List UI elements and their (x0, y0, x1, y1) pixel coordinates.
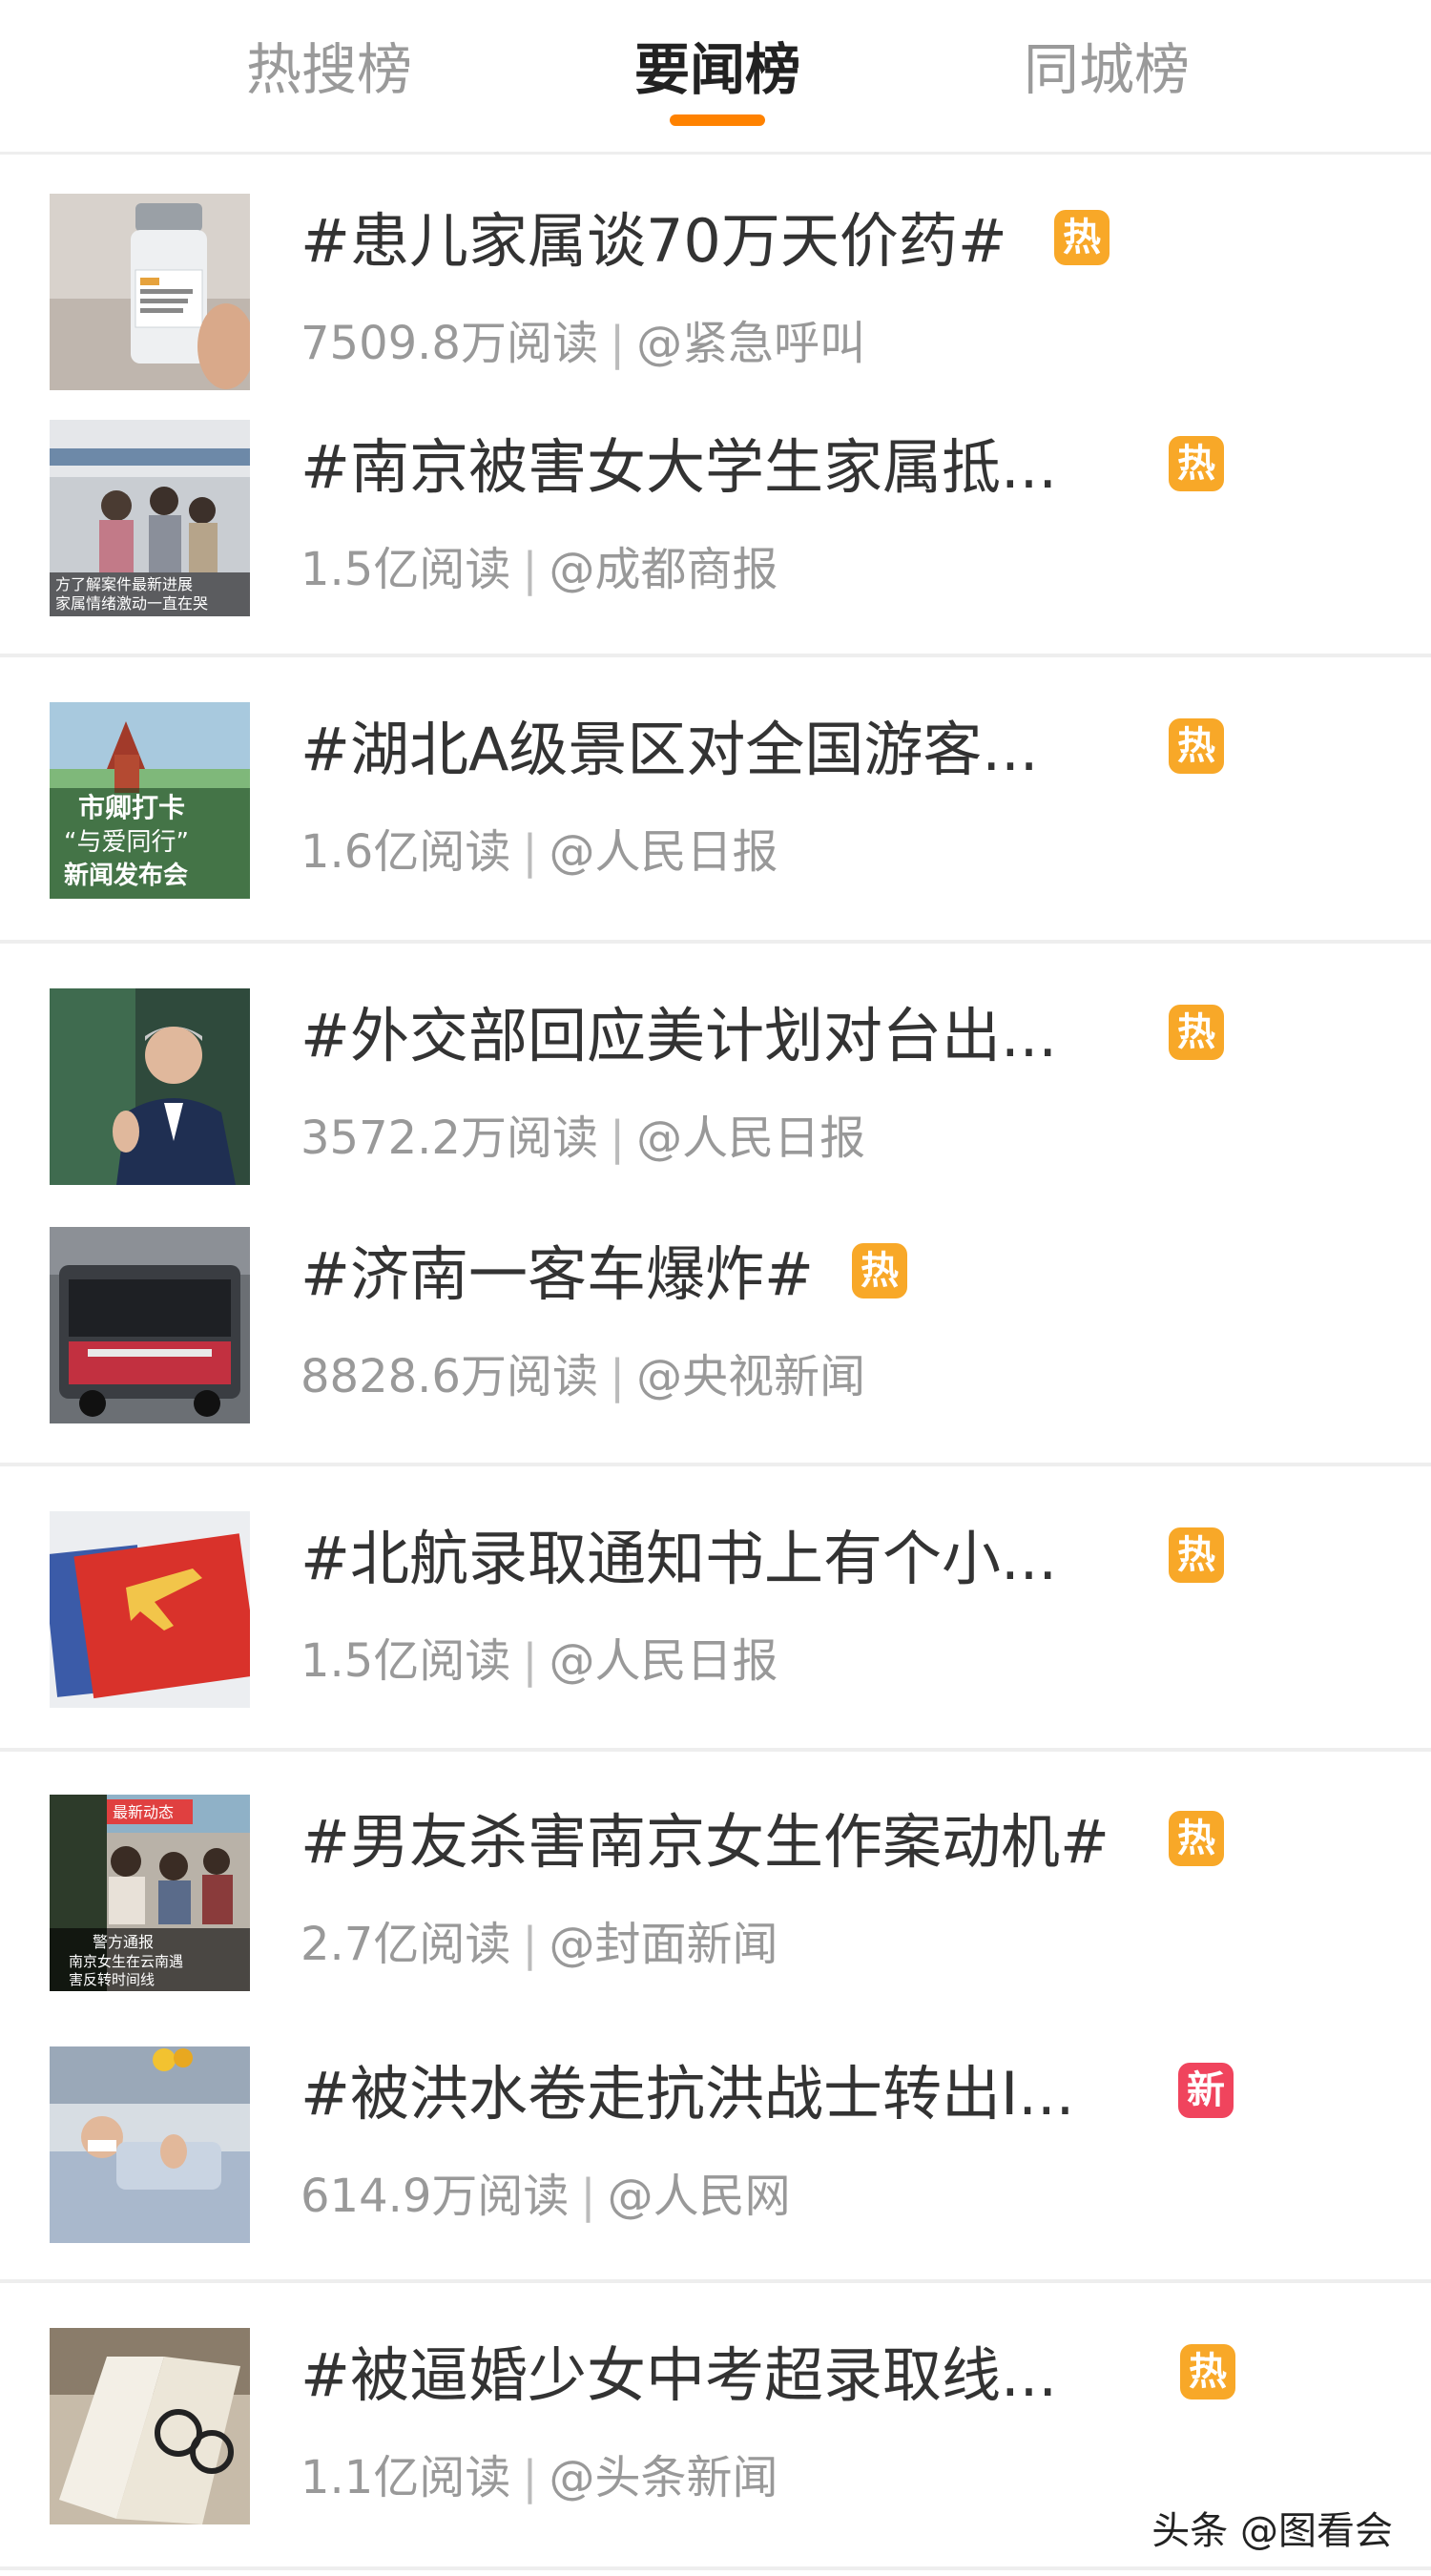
item-meta: 1.5亿阅读 | @成都商报 (301, 536, 778, 603)
item-meta: 1.6亿阅读 | @人民日报 (301, 819, 778, 885)
hot-badge: 热 (1169, 718, 1224, 774)
meta-separator: | (522, 543, 538, 596)
list-item[interactable]: #济南一客车爆炸# 热 8828.6万阅读 | @央视新闻 (0, 1210, 1431, 1431)
thumb-caption: 新闻发布会 (64, 861, 188, 890)
thumbnail-crowd-photo: 方了解案件最新进展 家属情绪激动一直在哭 (50, 420, 250, 616)
item-title[interactable]: #济南一客车爆炸# (301, 1236, 814, 1313)
divider (0, 1463, 1431, 1466)
tab-bar: 热搜榜 要闻榜 同城榜 (0, 0, 1431, 155)
read-count: 3572.2万阅读 (301, 1111, 598, 1165)
thumb-caption: 市卿打卡 (78, 792, 185, 823)
meta-separator: | (522, 825, 538, 879)
meta-separator: | (522, 2451, 538, 2504)
thumbnail-hospital-bed (50, 2046, 250, 2243)
read-count: 1.1亿阅读 (301, 2451, 511, 2504)
meta-separator: | (609, 1350, 626, 1403)
tab-top-news[interactable]: 要闻榜 (593, 29, 841, 126)
meta-separator: | (522, 1634, 538, 1688)
meta-separator: | (609, 317, 626, 370)
thumb-caption: 家属情绪激动一直在哭 (55, 594, 208, 613)
thumbnail-medicine-vial (50, 194, 250, 390)
meta-separator: | (522, 1918, 538, 1971)
item-meta: 7509.8万阅读 | @紧急呼叫 (301, 310, 865, 377)
source-account[interactable]: @人民日报 (550, 825, 778, 879)
tab-top-news-label: 要闻榜 (633, 37, 800, 102)
hot-badge: 热 (1169, 1527, 1224, 1583)
source-account[interactable]: @人民网 (608, 2170, 791, 2223)
read-count: 1.5亿阅读 (301, 1634, 511, 1688)
divider (0, 2279, 1431, 2283)
divider (0, 2566, 1431, 2570)
divider (0, 940, 1431, 944)
thumbnail-admission-letter (50, 1511, 250, 1708)
item-title[interactable]: #南京被害女大学生家属抵... (301, 429, 1057, 506)
item-title[interactable]: #被洪水卷走抗洪战士转出I... (301, 2056, 1074, 2132)
active-tab-indicator (670, 114, 765, 126)
source-account[interactable]: @紧急呼叫 (636, 317, 865, 370)
hot-badge: 热 (1169, 1005, 1224, 1060)
thumb-caption: 警方通报 (93, 1933, 154, 1951)
read-count: 1.5亿阅读 (301, 543, 511, 596)
thumb-caption: 害反转时间线 (69, 1971, 155, 1988)
meta-separator: | (609, 1111, 626, 1165)
source-account[interactable]: @成都商报 (550, 543, 778, 596)
source-account[interactable]: @央视新闻 (636, 1350, 865, 1403)
source-account[interactable]: @人民日报 (636, 1111, 865, 1165)
item-title[interactable]: #湖北A级景区对全国游客... (301, 712, 1039, 788)
source-account[interactable]: @人民日报 (550, 1634, 778, 1688)
new-badge: 新 (1178, 2063, 1234, 2118)
thumb-caption: 最新动态 (113, 1803, 174, 1821)
read-count: 614.9万阅读 (301, 2170, 570, 2223)
list-item[interactable]: #被洪水卷走抗洪战士转出I... 新 614.9万阅读 | @人民网 (0, 2029, 1431, 2251)
hot-badge: 热 (852, 1243, 907, 1298)
hot-badge: 热 (1180, 2344, 1235, 2399)
list-item[interactable]: #北航录取通知书上有个小... 热 1.5亿阅读 | @人民日报 (0, 1494, 1431, 1715)
tab-hot-search[interactable]: 热搜榜 (205, 29, 453, 124)
read-count: 2.7亿阅读 (301, 1918, 511, 1971)
item-meta: 614.9万阅读 | @人民网 (301, 2163, 791, 2230)
source-account[interactable]: @封面新闻 (550, 1918, 778, 1971)
tab-local[interactable]: 同城榜 (983, 29, 1231, 124)
thumbnail-crowd-news: 最新动态 警方通报 南京女生在云南遇 害反转时间线 (50, 1795, 250, 1991)
hot-badge: 热 (1054, 210, 1110, 265)
read-count: 8828.6万阅读 (301, 1350, 598, 1403)
list-item[interactable]: 市卿打卡 “与爱同行” 新闻发布会 #湖北A级景区对全国游客... 热 1.6亿… (0, 685, 1431, 906)
list-item[interactable]: #外交部回应美计划对台出... 热 3572.2万阅读 | @人民日报 (0, 971, 1431, 1193)
item-meta: 1.5亿阅读 | @人民日报 (301, 1628, 778, 1694)
hot-badge: 热 (1169, 1811, 1224, 1866)
item-meta: 8828.6万阅读 | @央视新闻 (301, 1343, 865, 1410)
thumbnail-book-glasses (50, 2328, 250, 2524)
hot-badge: 热 (1169, 436, 1224, 491)
item-title[interactable]: #外交部回应美计划对台出... (301, 998, 1057, 1074)
divider (0, 1748, 1431, 1752)
read-count: 7509.8万阅读 (301, 317, 598, 370)
list-item[interactable]: 方了解案件最新进展 家属情绪激动一直在哭 #南京被害女大学生家属抵... 热 1… (0, 403, 1431, 624)
list-item[interactable]: #患儿家属谈70万天价药# 热 7509.8万阅读 | @紧急呼叫 (0, 177, 1431, 398)
source-account[interactable]: @头条新闻 (550, 2451, 778, 2504)
list-item[interactable]: 最新动态 警方通报 南京女生在云南遇 害反转时间线 #男友杀害南京女生作案动机#… (0, 1777, 1431, 1999)
divider (0, 654, 1431, 657)
thumb-caption: “与爱同行” (64, 828, 189, 857)
item-meta: 1.1亿阅读 | @头条新闻 (301, 2444, 778, 2511)
item-title[interactable]: #男友杀害南京女生作案动机# (301, 1804, 1110, 1880)
meta-separator: | (580, 2170, 596, 2223)
thumbnail-scenic-tower: 市卿打卡 “与爱同行” 新闻发布会 (50, 702, 250, 899)
item-meta: 3572.2万阅读 | @人民日报 (301, 1105, 865, 1172)
read-count: 1.6亿阅读 (301, 825, 511, 879)
thumb-caption: 方了解案件最新进展 (55, 575, 193, 593)
item-meta: 2.7亿阅读 | @封面新闻 (301, 1911, 778, 1978)
watermark: 头条 @图看会 (1151, 2509, 1393, 2553)
item-title[interactable]: #患儿家属谈70万天价药# (301, 203, 1007, 280)
item-title[interactable]: #北航录取通知书上有个小... (301, 1521, 1057, 1597)
thumb-caption: 南京女生在云南遇 (69, 1953, 183, 1970)
thumbnail-damaged-bus (50, 1227, 250, 1423)
thumbnail-spokesperson (50, 988, 250, 1185)
item-title[interactable]: #被逼婚少女中考超录取线... (301, 2337, 1057, 2414)
